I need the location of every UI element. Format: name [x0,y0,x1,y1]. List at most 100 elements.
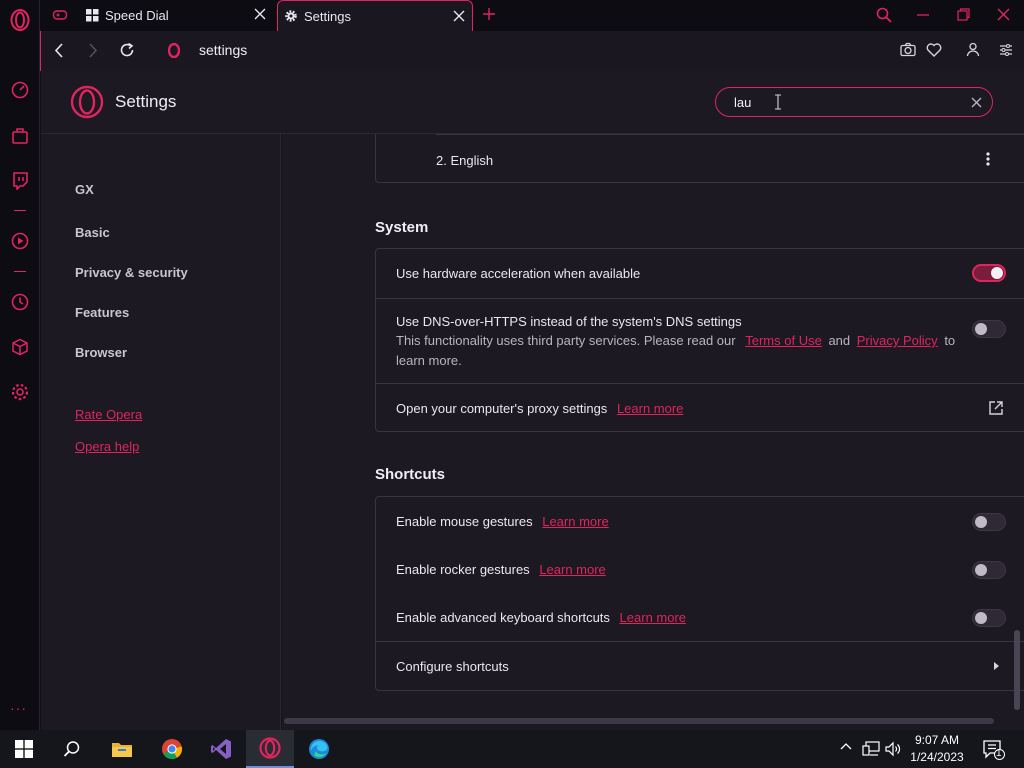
open-external-icon[interactable] [988,400,1004,416]
keyboard-shortcuts-toggle[interactable] [972,609,1006,627]
hw-accel-row[interactable]: Use hardware acceleration when available [376,249,1024,298]
sidebar-divider [14,210,26,211]
opera-menu-icon[interactable] [10,8,30,31]
mouse-gestures-learn-more-link[interactable]: Learn more [542,514,608,529]
clear-search-icon[interactable] [971,97,982,108]
reload-icon[interactable] [119,42,135,58]
tab-settings[interactable]: Settings [277,0,473,31]
extensions-cube-icon[interactable] [10,337,30,357]
hw-accel-label: Use hardware acceleration when available [396,266,641,281]
close-tab-icon[interactable] [254,8,266,20]
gx-control-icon[interactable] [10,80,30,100]
terms-of-use-link[interactable]: Terms of Use [745,333,822,348]
visual-studio-icon[interactable] [197,730,245,768]
show-hidden-icons-chevron-icon[interactable] [840,742,852,750]
more-icon[interactable]: ··· [10,700,30,720]
minimize-icon[interactable] [917,14,929,16]
nav-item-gx[interactable]: GX [75,182,94,197]
nav-item-browser[interactable]: Browser [75,345,127,360]
forward-icon[interactable] [88,43,98,58]
text-cursor-icon [774,94,782,110]
clock-time: 9:07 AM [914,733,960,747]
history-icon[interactable] [10,292,30,312]
volume-icon[interactable] [885,741,901,757]
toggle-knob [991,267,1003,279]
dns-label: Use DNS-over-HTTPS instead of the system… [396,314,742,329]
settings-content: 2. English System Use hardware accelerat… [282,134,1024,730]
edge-icon[interactable] [295,730,343,768]
divider [436,134,1024,135]
keyboard-shortcuts-text: Enable advanced keyboard shortcuts [396,610,610,625]
nav-item-basic[interactable]: Basic [75,225,110,240]
windows-taskbar: 9:07 AM 1/24/2023 1 [0,730,1024,768]
bookmark-heart-icon[interactable] [926,43,942,57]
mouse-gestures-toggle[interactable] [972,513,1006,531]
settings-gear-icon[interactable] [10,382,30,402]
gx-corner-icon[interactable] [10,126,30,146]
system-section-title: System [375,219,429,236]
rocker-gestures-row[interactable]: Enable rocker gestures Learn more [376,545,1024,593]
network-icon[interactable] [862,741,880,757]
mouse-gestures-row[interactable]: Enable mouse gestures Learn more [376,497,1024,545]
address-field[interactable]: settings [199,42,247,58]
rocker-gestures-toggle[interactable] [972,561,1006,579]
account-icon[interactable] [966,42,980,57]
rocker-gestures-learn-more-link[interactable]: Learn more [539,562,605,577]
nav-item-privacy-security[interactable]: Privacy & security [75,265,188,280]
proxy-label: Open your computer's proxy settings Lear… [396,401,683,416]
configure-shortcuts-row[interactable]: Configure shortcuts [376,641,1024,691]
opera-settings-logo-icon [70,85,104,119]
back-icon[interactable] [54,43,64,58]
rocker-gestures-text: Enable rocker gestures [396,562,530,577]
taskbar-search-icon[interactable] [48,730,96,768]
tab-label: Speed Dial [105,8,169,23]
player-icon[interactable] [10,231,30,251]
hw-accel-toggle[interactable] [972,264,1006,282]
address-toolbar: settings [40,31,1024,71]
settings-search-input[interactable]: lau [715,87,993,117]
dns-desc-and: and [828,333,851,348]
opera-sidebar: ··· [0,0,40,730]
privacy-policy-link[interactable]: Privacy Policy [857,333,938,348]
keyboard-shortcuts-row[interactable]: Enable advanced keyboard shortcuts Learn… [376,593,1024,641]
easy-setup-icon[interactable] [999,43,1013,57]
nav-item-features[interactable]: Features [75,305,129,320]
tab-label: Settings [304,8,351,24]
keyboard-shortcuts-learn-more-link[interactable]: Learn more [620,610,686,625]
file-explorer-icon[interactable] [98,730,146,768]
close-tab-icon[interactable] [453,10,465,22]
language-more-icon[interactable] [986,152,990,166]
tab-strip: Speed Dial Settings [40,0,1024,31]
notifications-icon[interactable]: 1 [983,740,1005,760]
new-tab-plus-icon[interactable] [482,7,496,21]
taskbar-clock[interactable]: 9:07 AM 1/24/2023 [902,732,972,766]
system-card: Use hardware acceleration when available… [375,248,1024,432]
close-window-icon[interactable] [997,8,1010,21]
dns-row: Use DNS-over-HTTPS instead of the system… [376,298,1024,383]
rate-opera-link[interactable]: Rate Opera [75,407,142,422]
restore-icon[interactable] [957,8,970,21]
settings-nav: GX Basic Privacy & security Features Bro… [41,134,281,730]
opera-gx-taskbar-icon[interactable] [246,730,294,768]
gamepad-icon[interactable] [52,7,68,23]
vertical-scrollbar[interactable] [1014,630,1020,710]
search-tabs-icon[interactable] [876,7,892,23]
sidebar-divider [14,271,26,272]
dns-toggle[interactable] [972,320,1006,338]
proxy-learn-more-link[interactable]: Learn more [617,401,683,416]
settings-header: Settings lau [41,71,1024,134]
tab-speed-dial[interactable]: Speed Dial [80,0,276,31]
snapshot-camera-icon[interactable] [900,42,916,57]
chrome-icon[interactable] [148,730,196,768]
windows-start-icon[interactable] [0,730,48,768]
dns-desc-line2: learn more. [396,353,462,368]
proxy-row[interactable]: Open your computer's proxy settings Lear… [376,383,1024,432]
shortcuts-section-title: Shortcuts [375,466,446,483]
shortcuts-card: Enable mouse gestures Learn more Enable … [375,496,1024,691]
opera-help-link[interactable]: Opera help [75,439,139,454]
chevron-right-icon [994,662,999,670]
opera-logo-icon [168,43,180,58]
twitch-icon[interactable] [10,170,30,190]
configure-shortcuts-label: Configure shortcuts [396,659,509,674]
horizontal-scrollbar[interactable] [284,718,994,724]
